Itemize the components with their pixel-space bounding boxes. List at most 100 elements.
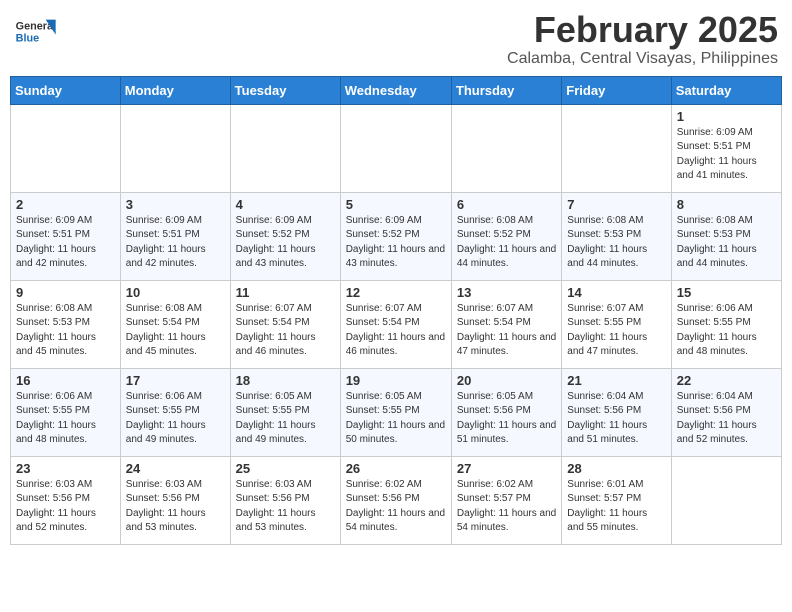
logo-icon: General Blue bbox=[14, 10, 64, 50]
day-number: 14 bbox=[567, 285, 665, 300]
logo: General Blue bbox=[14, 10, 64, 50]
weekday-header-row: SundayMondayTuesdayWednesdayThursdayFrid… bbox=[11, 76, 782, 104]
day-number: 5 bbox=[346, 197, 446, 212]
calendar-cell: 21 Sunrise: 6:04 AM Sunset: 5:56 PM Dayli… bbox=[562, 368, 671, 456]
day-number: 22 bbox=[677, 373, 776, 388]
calendar-cell bbox=[340, 104, 451, 192]
svg-text:Blue: Blue bbox=[16, 32, 39, 44]
calendar-cell: 22 Sunrise: 6:04 AM Sunset: 5:56 PM Dayli… bbox=[671, 368, 781, 456]
day-info: Sunrise: 6:05 AM Sunset: 5:55 PM Dayligh… bbox=[236, 390, 335, 448]
day-info: Sunrise: 6:02 AM Sunset: 5:57 PM Dayligh… bbox=[457, 478, 556, 536]
day-info: Sunrise: 6:07 AM Sunset: 5:54 PM Dayligh… bbox=[457, 302, 556, 360]
title-block: February 2025 Calamba, Central Visayas, … bbox=[507, 10, 778, 68]
weekday-header-wednesday: Wednesday bbox=[340, 76, 451, 104]
day-number: 4 bbox=[236, 197, 335, 212]
calendar-cell: 24Sunrise: 6:03 AM Sunset: 5:56 PM Dayli… bbox=[120, 456, 230, 544]
calendar-cell: 19 Sunrise: 6:05 AM Sunset: 5:55 PM Dayli… bbox=[340, 368, 451, 456]
calendar-cell bbox=[230, 104, 340, 192]
day-info: Sunrise: 6:04 AM Sunset: 5:56 PM Dayligh… bbox=[567, 390, 665, 448]
day-info: Sunrise: 6:03 AM Sunset: 5:56 PM Dayligh… bbox=[16, 478, 115, 536]
day-info: Sunrise: 6:01 AM Sunset: 5:57 PM Dayligh… bbox=[567, 478, 665, 536]
weekday-header-friday: Friday bbox=[562, 76, 671, 104]
day-number: 17 bbox=[126, 373, 225, 388]
calendar-cell: 18Sunrise: 6:05 AM Sunset: 5:55 PM Dayli… bbox=[230, 368, 340, 456]
day-info: Sunrise: 6:03 AM Sunset: 5:56 PM Dayligh… bbox=[236, 478, 335, 536]
calendar-cell: 7 Sunrise: 6:08 AM Sunset: 5:53 PM Daylig… bbox=[562, 192, 671, 280]
calendar-cell: 20 Sunrise: 6:05 AM Sunset: 5:56 PM Dayli… bbox=[451, 368, 561, 456]
calendar-week-3: 9 Sunrise: 6:08 AM Sunset: 5:53 PM Daylig… bbox=[11, 280, 782, 368]
calendar-cell: 28 Sunrise: 6:01 AM Sunset: 5:57 PM Dayli… bbox=[562, 456, 671, 544]
day-number: 21 bbox=[567, 373, 665, 388]
day-number: 8 bbox=[677, 197, 776, 212]
calendar-cell: 26 Sunrise: 6:02 AM Sunset: 5:56 PM Dayli… bbox=[340, 456, 451, 544]
day-info: Sunrise: 6:09 AM Sunset: 5:51 PM Dayligh… bbox=[16, 214, 115, 272]
calendar-cell: 9 Sunrise: 6:08 AM Sunset: 5:53 PM Daylig… bbox=[11, 280, 121, 368]
day-info: Sunrise: 6:03 AM Sunset: 5:56 PM Dayligh… bbox=[126, 478, 225, 536]
day-info: Sunrise: 6:06 AM Sunset: 5:55 PM Dayligh… bbox=[677, 302, 776, 360]
calendar-cell bbox=[11, 104, 121, 192]
calendar-week-4: 16 Sunrise: 6:06 AM Sunset: 5:55 PM Dayli… bbox=[11, 368, 782, 456]
day-number: 16 bbox=[16, 373, 115, 388]
location-title: Calamba, Central Visayas, Philippines bbox=[507, 50, 778, 68]
day-number: 7 bbox=[567, 197, 665, 212]
weekday-header-tuesday: Tuesday bbox=[230, 76, 340, 104]
day-number: 6 bbox=[457, 197, 556, 212]
day-info: Sunrise: 6:09 AM Sunset: 5:51 PM Dayligh… bbox=[677, 126, 776, 184]
day-number: 13 bbox=[457, 285, 556, 300]
day-info: Sunrise: 6:08 AM Sunset: 5:53 PM Dayligh… bbox=[16, 302, 115, 360]
calendar-cell: 6 Sunrise: 6:08 AM Sunset: 5:52 PM Daylig… bbox=[451, 192, 561, 280]
calendar-cell bbox=[671, 456, 781, 544]
calendar-cell: 8 Sunrise: 6:08 AM Sunset: 5:53 PM Daylig… bbox=[671, 192, 781, 280]
day-info: Sunrise: 6:06 AM Sunset: 5:55 PM Dayligh… bbox=[126, 390, 225, 448]
day-number: 3 bbox=[126, 197, 225, 212]
calendar-cell: 4 Sunrise: 6:09 AM Sunset: 5:52 PM Daylig… bbox=[230, 192, 340, 280]
day-number: 25 bbox=[236, 461, 335, 476]
day-number: 28 bbox=[567, 461, 665, 476]
calendar-cell: 23 Sunrise: 6:03 AM Sunset: 5:56 PM Dayli… bbox=[11, 456, 121, 544]
month-title: February 2025 bbox=[507, 10, 778, 50]
day-info: Sunrise: 6:02 AM Sunset: 5:56 PM Dayligh… bbox=[346, 478, 446, 536]
day-number: 19 bbox=[346, 373, 446, 388]
calendar-cell: 12 Sunrise: 6:07 AM Sunset: 5:54 PM Dayli… bbox=[340, 280, 451, 368]
day-info: Sunrise: 6:04 AM Sunset: 5:56 PM Dayligh… bbox=[677, 390, 776, 448]
calendar-cell: 17 Sunrise: 6:06 AM Sunset: 5:55 PM Dayli… bbox=[120, 368, 230, 456]
day-info: Sunrise: 6:07 AM Sunset: 5:54 PM Dayligh… bbox=[346, 302, 446, 360]
day-number: 1 bbox=[677, 109, 776, 124]
day-number: 10 bbox=[126, 285, 225, 300]
day-number: 12 bbox=[346, 285, 446, 300]
day-number: 20 bbox=[457, 373, 556, 388]
day-number: 23 bbox=[16, 461, 115, 476]
calendar-table: SundayMondayTuesdayWednesdayThursdayFrid… bbox=[10, 76, 782, 545]
day-info: Sunrise: 6:05 AM Sunset: 5:55 PM Dayligh… bbox=[346, 390, 446, 448]
day-info: Sunrise: 6:08 AM Sunset: 5:54 PM Dayligh… bbox=[126, 302, 225, 360]
calendar-cell bbox=[120, 104, 230, 192]
page-header: General Blue February 2025 Calamba, Cent… bbox=[10, 10, 782, 68]
day-info: Sunrise: 6:07 AM Sunset: 5:55 PM Dayligh… bbox=[567, 302, 665, 360]
day-number: 15 bbox=[677, 285, 776, 300]
weekday-header-sunday: Sunday bbox=[11, 76, 121, 104]
day-info: Sunrise: 6:05 AM Sunset: 5:56 PM Dayligh… bbox=[457, 390, 556, 448]
calendar-cell: 13 Sunrise: 6:07 AM Sunset: 5:54 PM Dayli… bbox=[451, 280, 561, 368]
calendar-cell bbox=[451, 104, 561, 192]
day-number: 11 bbox=[236, 285, 335, 300]
weekday-header-monday: Monday bbox=[120, 76, 230, 104]
day-info: Sunrise: 6:08 AM Sunset: 5:53 PM Dayligh… bbox=[677, 214, 776, 272]
calendar-cell: 27Sunrise: 6:02 AM Sunset: 5:57 PM Dayli… bbox=[451, 456, 561, 544]
calendar-week-1: 1 Sunrise: 6:09 AM Sunset: 5:51 PM Daylig… bbox=[11, 104, 782, 192]
day-number: 9 bbox=[16, 285, 115, 300]
day-info: Sunrise: 6:08 AM Sunset: 5:52 PM Dayligh… bbox=[457, 214, 556, 272]
calendar-week-2: 2Sunrise: 6:09 AM Sunset: 5:51 PM Daylig… bbox=[11, 192, 782, 280]
day-info: Sunrise: 6:07 AM Sunset: 5:54 PM Dayligh… bbox=[236, 302, 335, 360]
calendar-week-5: 23 Sunrise: 6:03 AM Sunset: 5:56 PM Dayli… bbox=[11, 456, 782, 544]
calendar-cell: 16 Sunrise: 6:06 AM Sunset: 5:55 PM Dayli… bbox=[11, 368, 121, 456]
calendar-cell: 25 Sunrise: 6:03 AM Sunset: 5:56 PM Dayli… bbox=[230, 456, 340, 544]
day-info: Sunrise: 6:09 AM Sunset: 5:51 PM Dayligh… bbox=[126, 214, 225, 272]
day-number: 26 bbox=[346, 461, 446, 476]
calendar-cell: 5Sunrise: 6:09 AM Sunset: 5:52 PM Daylig… bbox=[340, 192, 451, 280]
weekday-header-saturday: Saturday bbox=[671, 76, 781, 104]
day-info: Sunrise: 6:06 AM Sunset: 5:55 PM Dayligh… bbox=[16, 390, 115, 448]
day-info: Sunrise: 6:09 AM Sunset: 5:52 PM Dayligh… bbox=[236, 214, 335, 272]
day-info: Sunrise: 6:08 AM Sunset: 5:53 PM Dayligh… bbox=[567, 214, 665, 272]
weekday-header-thursday: Thursday bbox=[451, 76, 561, 104]
calendar-cell: 2Sunrise: 6:09 AM Sunset: 5:51 PM Daylig… bbox=[11, 192, 121, 280]
